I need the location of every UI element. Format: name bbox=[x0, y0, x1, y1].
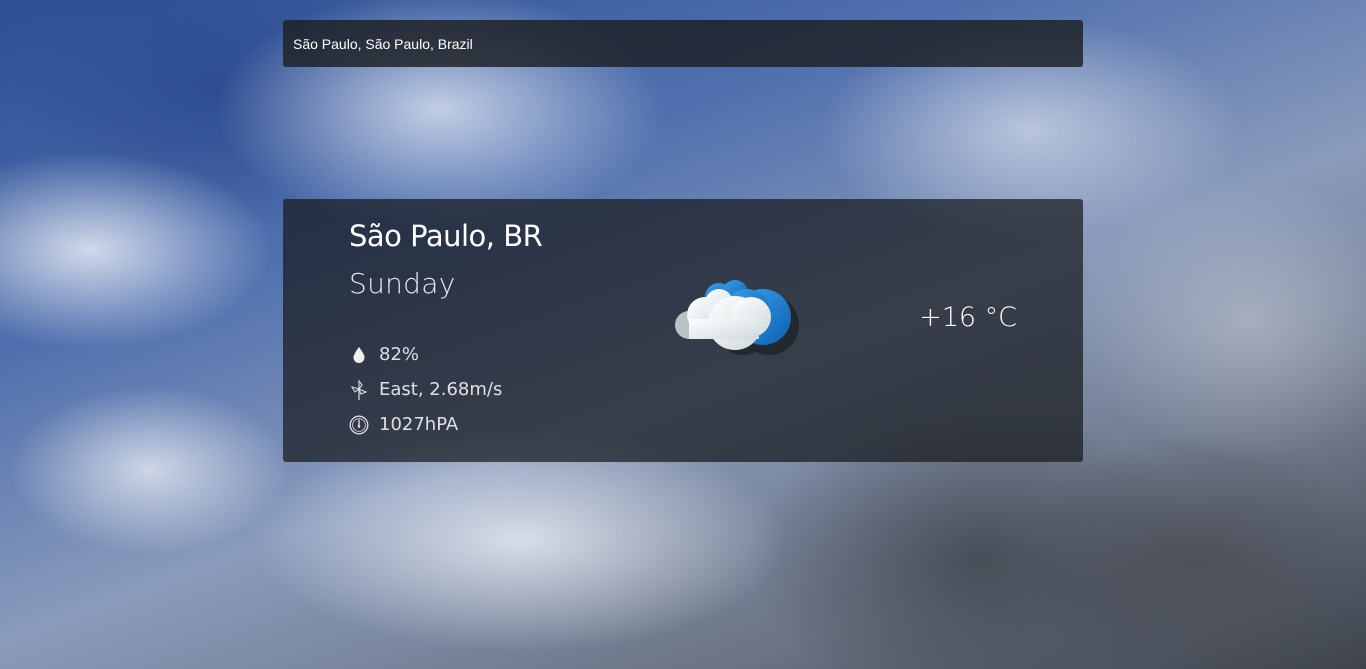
location-title: São Paulo, BR bbox=[349, 219, 543, 253]
wind-icon bbox=[349, 378, 369, 400]
location-search-bar[interactable] bbox=[283, 20, 1083, 67]
weather-card: São Paulo, BR Sunday 82% East, 2.68m/s 1… bbox=[283, 199, 1083, 462]
weather-details: 82% East, 2.68m/s 1027hPA bbox=[349, 337, 502, 442]
humidity-row: 82% bbox=[349, 337, 502, 372]
wind-row: East, 2.68m/s bbox=[349, 372, 502, 407]
pressure-value: 1027hPA bbox=[379, 414, 459, 435]
day-label: Sunday bbox=[349, 267, 456, 300]
wind-value: East, 2.68m/s bbox=[379, 379, 503, 400]
cloudy-icon bbox=[671, 279, 811, 369]
droplet-icon bbox=[349, 345, 369, 365]
location-search-input[interactable] bbox=[293, 35, 1073, 52]
pressure-row: 1027hPA bbox=[349, 407, 502, 442]
barometer-icon bbox=[349, 415, 369, 435]
temperature-value: +16 °C bbox=[919, 302, 1017, 333]
humidity-value: 82% bbox=[379, 344, 420, 365]
